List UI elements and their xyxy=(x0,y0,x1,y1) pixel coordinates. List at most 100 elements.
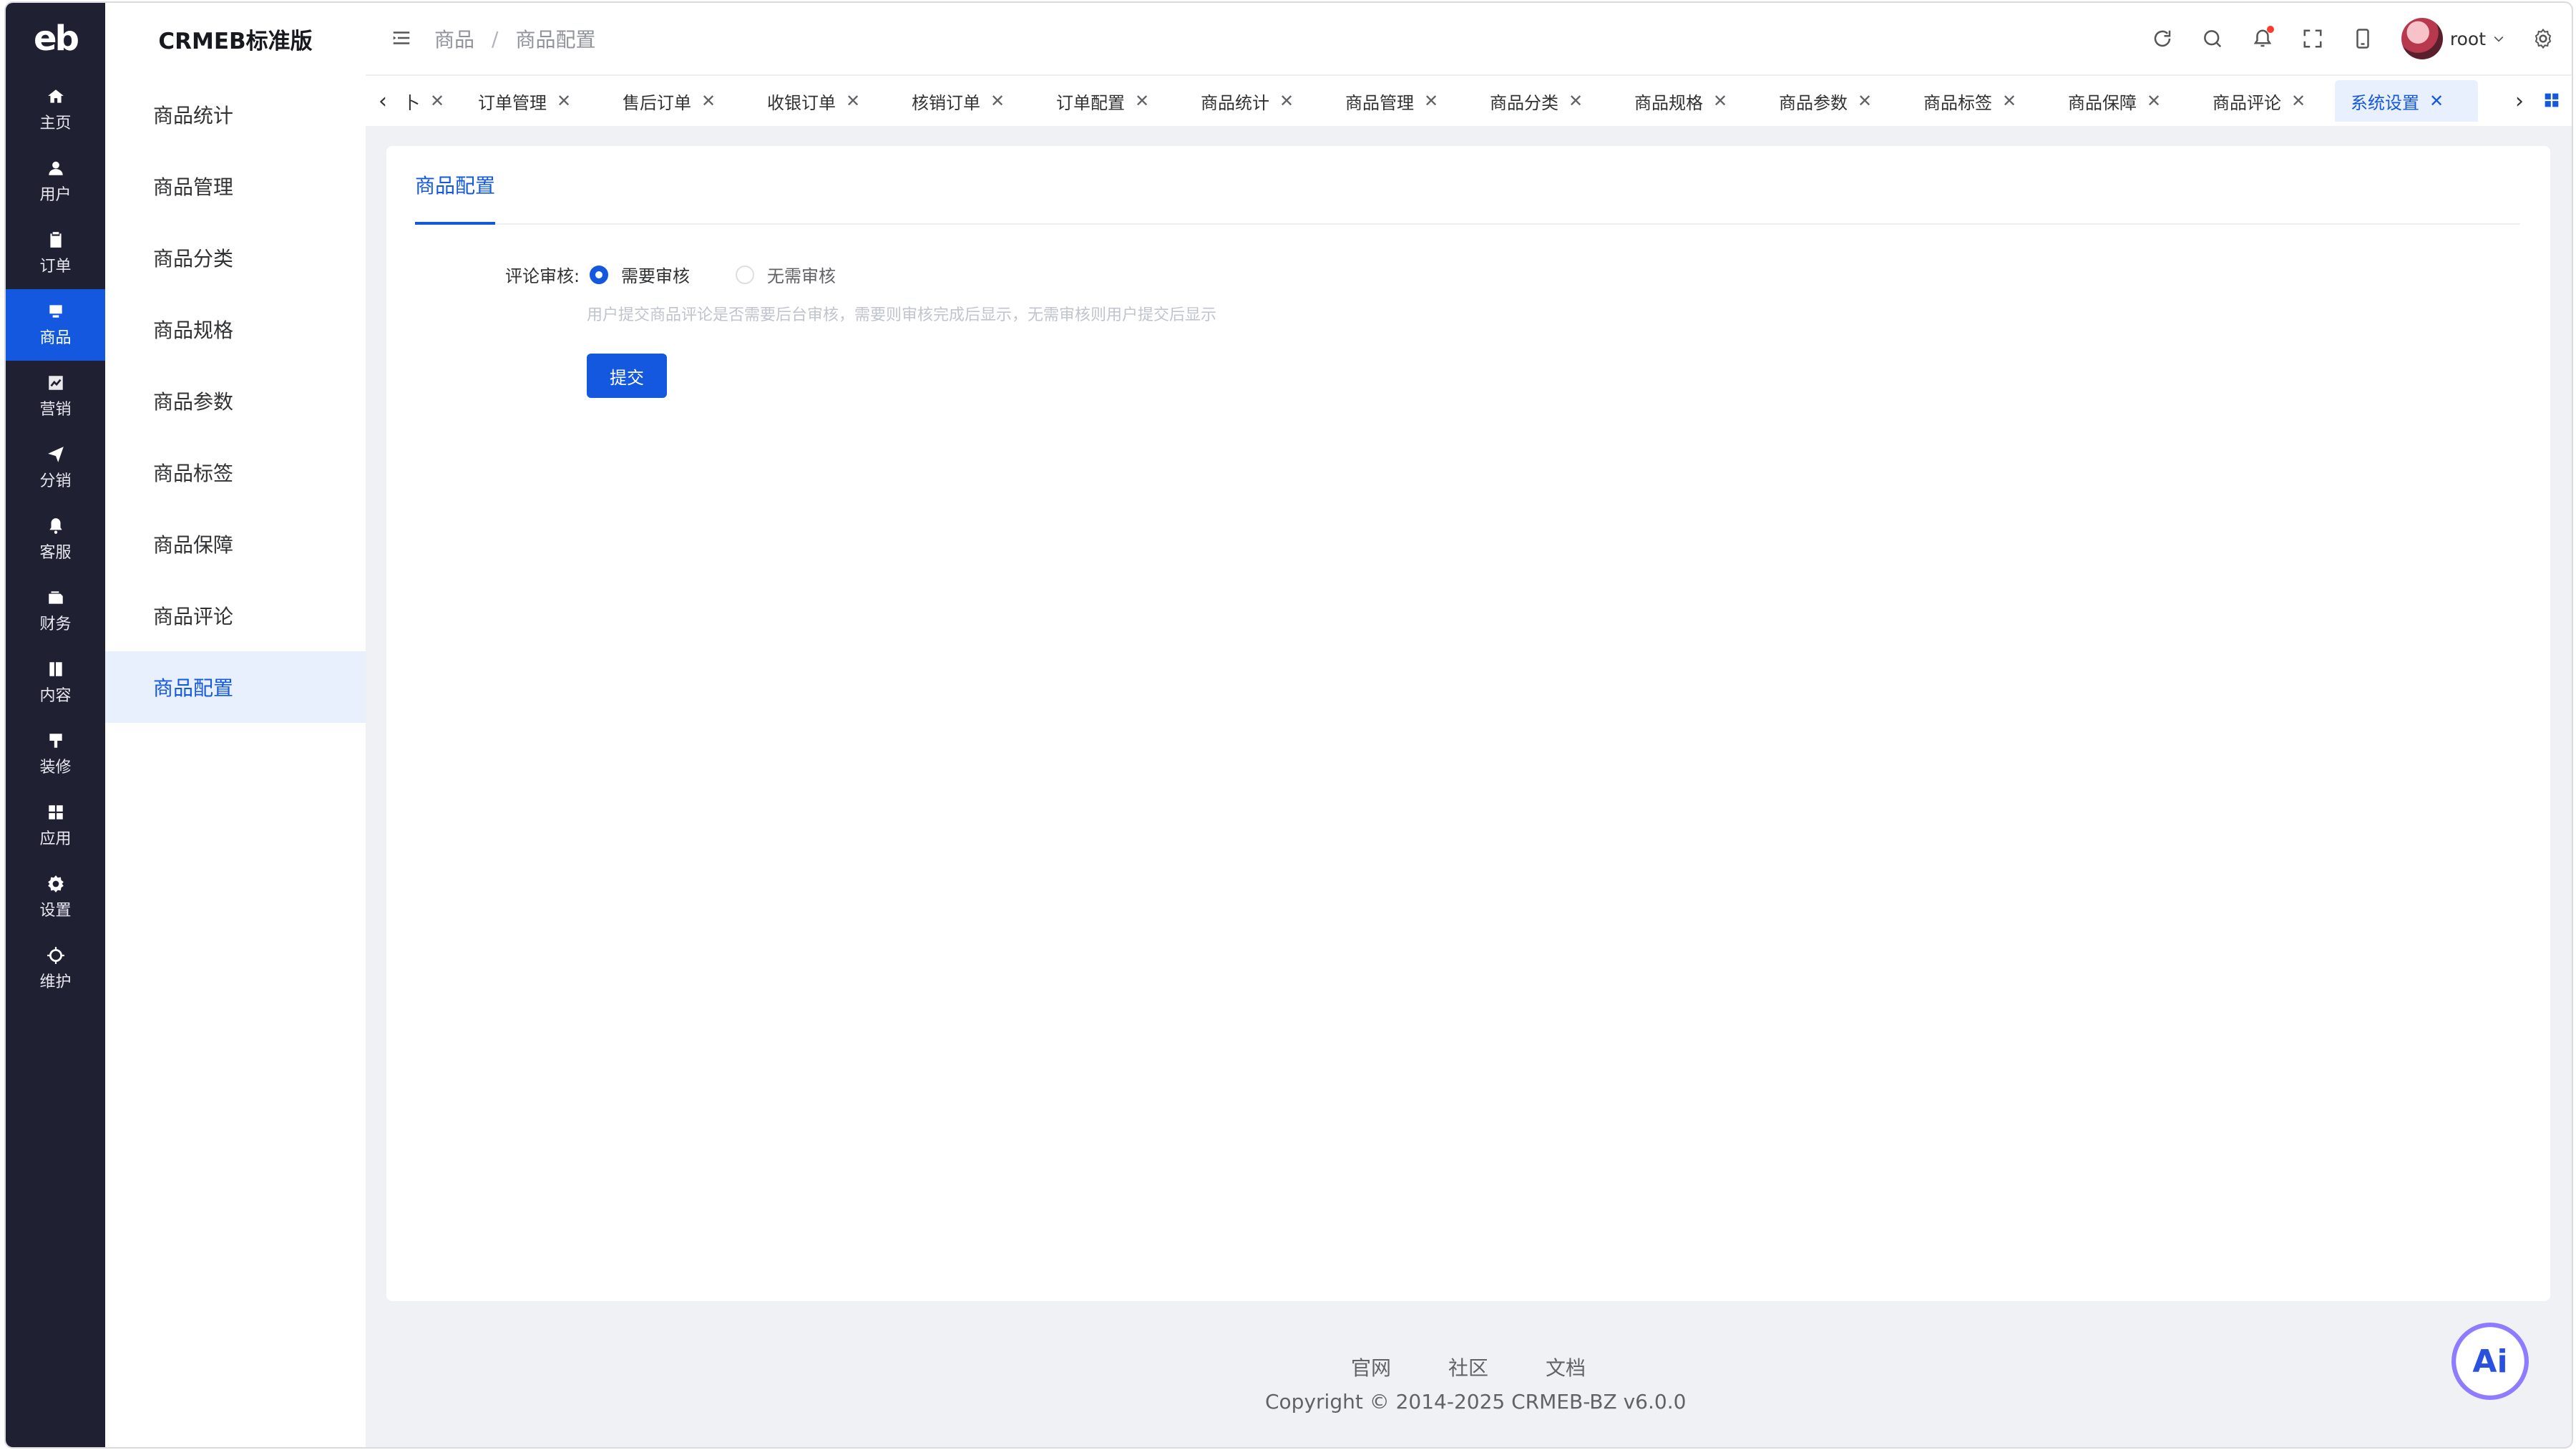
radio-circle xyxy=(590,265,608,284)
radio-circle xyxy=(736,265,754,284)
close-icon[interactable]: ✕ xyxy=(701,91,716,111)
theme-settings-button[interactable] xyxy=(2530,26,2556,52)
close-icon[interactable]: ✕ xyxy=(846,91,860,111)
tab-order-config[interactable]: 订单配置 ✕ xyxy=(1040,80,1165,122)
rail-item-maintenance[interactable]: 维护 xyxy=(6,933,105,1005)
bell-icon xyxy=(49,518,62,534)
close-icon[interactable]: ✕ xyxy=(1135,91,1149,111)
sidebar-item-product-tags[interactable]: 商品标签 xyxy=(105,437,366,508)
close-icon[interactable]: ✕ xyxy=(2002,91,2016,111)
active-tab-indicator xyxy=(415,222,495,225)
tab-product-tags[interactable]: 商品标签 ✕ xyxy=(1908,80,2032,122)
close-icon[interactable]: ✕ xyxy=(1568,91,1583,111)
username: root xyxy=(2449,28,2486,49)
tab-label: 售后订单 xyxy=(623,92,691,113)
close-icon[interactable]: ✕ xyxy=(557,91,571,111)
tab-label: 商品管理 xyxy=(1345,92,1414,113)
review-audit-hint: 用户提交商品评论是否需要后台审核，需要则审核完成后显示，无需审核则用户提交后显示 xyxy=(587,306,1217,324)
header-actions: root xyxy=(2125,3,2556,74)
close-icon[interactable]: ✕ xyxy=(1424,91,1438,111)
close-icon[interactable]: ✕ xyxy=(2429,91,2444,111)
submit-button[interactable]: 提交 xyxy=(587,354,667,398)
logo[interactable]: eb xyxy=(6,3,105,74)
tab-label: 商品规格 xyxy=(1634,92,1703,113)
tab-label: 商品标签 xyxy=(1923,92,1992,113)
sidebar-item-product-reviews[interactable]: 商品评论 xyxy=(105,580,366,651)
sidebar-item-product-guarantee[interactable]: 商品保障 xyxy=(105,508,366,580)
sidebar-item-product-params[interactable]: 商品参数 xyxy=(105,365,366,437)
book-icon xyxy=(49,662,62,676)
tab-label: 订单配置 xyxy=(1056,92,1125,113)
tab-bar: ‹ 卜 ✕ 订单管理 ✕ 售后订单 ✕ 收银订单 ✕ 核销订单 ✕ 订单配置 ✕ 商品统计 ✕… xyxy=(366,76,2572,126)
tab-product-reviews[interactable]: 商品评论 ✕ xyxy=(2197,80,2321,122)
sidebar-item-product-stats[interactable]: 商品统计 xyxy=(105,79,366,150)
close-icon[interactable]: ✕ xyxy=(1713,91,1727,111)
rail-label: 主页 xyxy=(39,115,72,132)
tab-verify-orders[interactable]: 核销订单 ✕ xyxy=(896,80,1020,122)
tab-menu-grid-icon[interactable] xyxy=(2542,90,2562,110)
rail-item-service[interactable]: 客服 xyxy=(6,504,105,575)
breadcrumb-item[interactable]: 商品 xyxy=(434,24,474,53)
tab-product-guarantee[interactable]: 商品保障 ✕ xyxy=(2052,80,2177,122)
footer-link-docs[interactable]: 文档 xyxy=(1546,1353,1586,1381)
ai-assistant-button[interactable]: Ai xyxy=(2451,1323,2529,1400)
sidebar-item-product-manage[interactable]: 商品管理 xyxy=(105,150,366,222)
close-icon[interactable]: ✕ xyxy=(990,91,1005,111)
mobile-preview-button[interactable] xyxy=(2350,26,2376,52)
tab-system-settings[interactable]: 系统设置 ✕ xyxy=(2335,80,2478,122)
user-menu[interactable]: root xyxy=(2401,18,2506,59)
sidebar-item-product-spec[interactable]: 商品规格 xyxy=(105,293,366,365)
search-button[interactable] xyxy=(2200,26,2225,52)
rail-item-marketing[interactable]: 营销 xyxy=(6,361,105,432)
rail-item-apps[interactable]: 应用 xyxy=(6,790,105,862)
tab-product-spec[interactable]: 商品规格 ✕ xyxy=(1619,80,1743,122)
notification-button[interactable] xyxy=(2250,26,2275,52)
user-icon xyxy=(48,161,63,175)
sidebar-item-product-config[interactable]: 商品配置 xyxy=(105,651,366,723)
tab-product-category[interactable]: 商品分类 ✕ xyxy=(1474,80,1599,122)
tab-scroll-right-button[interactable]: › xyxy=(2505,76,2534,126)
rail-item-distribution[interactable]: 分销 xyxy=(6,432,105,504)
rail-item-finance[interactable]: 财务 xyxy=(6,575,105,647)
wallet-icon xyxy=(48,591,63,604)
rail-item-settings[interactable]: 设置 xyxy=(6,862,105,933)
app-window: eb 主页 用户 订单 商品 营销 分销 客服 财务 内容 装修 应用 设置 维… xyxy=(6,3,2572,1447)
close-icon[interactable]: ✕ xyxy=(1858,91,1872,111)
rail-item-decoration[interactable]: 装修 xyxy=(6,719,105,790)
radio-label: 无需审核 xyxy=(767,266,836,286)
refresh-button[interactable] xyxy=(2150,26,2175,52)
rail-item-content[interactable]: 内容 xyxy=(6,647,105,719)
footer-link-community[interactable]: 社区 xyxy=(1448,1353,1488,1381)
tab-product-manage[interactable]: 商品管理 ✕ xyxy=(1330,80,1454,122)
rail-label: 商品 xyxy=(39,329,72,347)
tab-label: 系统设置 xyxy=(2351,92,2419,113)
rail-label: 用户 xyxy=(39,186,72,204)
review-audit-label: 评论审核: xyxy=(505,266,580,286)
tab-label: 核销订单 xyxy=(912,92,980,113)
gear-icon xyxy=(2534,28,2552,49)
rail-item-order[interactable]: 订单 xyxy=(6,218,105,289)
tab-after-sales[interactable]: 售后订单 ✕ xyxy=(607,80,731,122)
rail-item-home[interactable]: 主页 xyxy=(6,74,105,146)
tab-partial[interactable]: 卜 ✕ xyxy=(387,80,460,122)
primary-nav: eb 主页 用户 订单 商品 营销 分销 客服 财务 内容 装修 应用 设置 维… xyxy=(6,3,105,1447)
tab-product-stats[interactable]: 商品统计 ✕ xyxy=(1185,80,1309,122)
close-icon[interactable]: ✕ xyxy=(1279,91,1294,111)
footer-link-official[interactable]: 官网 xyxy=(1351,1353,1391,1381)
sidebar-item-product-category[interactable]: 商品分类 xyxy=(105,222,366,293)
radio-review-required[interactable]: 需要审核 xyxy=(590,262,690,287)
fullscreen-button[interactable] xyxy=(2300,26,2326,52)
rail-item-user[interactable]: 用户 xyxy=(6,146,105,218)
tab-product-params[interactable]: 商品参数 ✕ xyxy=(1763,80,1888,122)
close-icon[interactable]: ✕ xyxy=(2147,91,2161,111)
rail-label: 维护 xyxy=(39,973,72,991)
close-icon[interactable]: ✕ xyxy=(430,91,444,111)
tab-product-config[interactable]: 商品配置 xyxy=(415,170,495,199)
menu-fold-icon[interactable] xyxy=(391,27,412,49)
rail-item-product[interactable]: 商品 xyxy=(6,289,105,361)
close-icon[interactable]: ✕ xyxy=(2291,91,2306,111)
radio-review-not-required[interactable]: 无需审核 xyxy=(736,262,836,287)
tab-order-manage[interactable]: 订单管理 ✕ xyxy=(462,80,587,122)
tab-cashier-orders[interactable]: 收银订单 ✕ xyxy=(751,80,876,122)
home-icon xyxy=(47,89,64,103)
